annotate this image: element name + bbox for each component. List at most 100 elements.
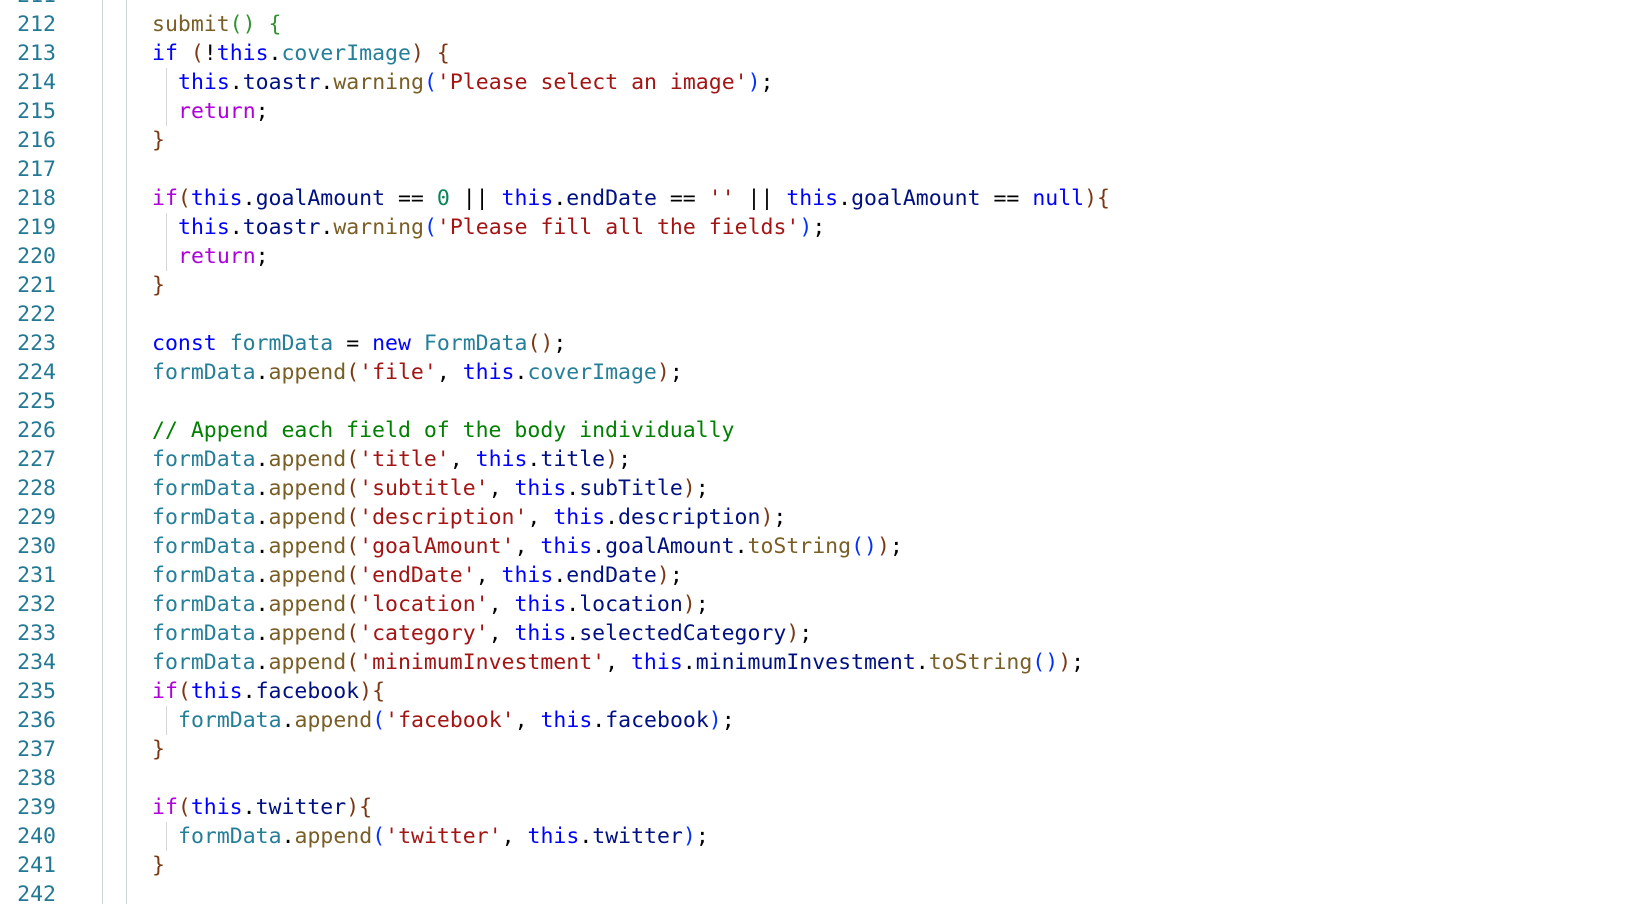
line-number: 225 (17, 389, 56, 414)
code-line[interactable]: 228 formData.append('subtitle', this.subT… (0, 474, 1650, 503)
code-token: ) (1058, 650, 1072, 675)
code-token: == (385, 186, 437, 211)
code-line[interactable]: 225 (0, 387, 1650, 416)
code-line[interactable]: 212 submit() { (0, 10, 1650, 39)
code-line[interactable]: 241} (0, 851, 1650, 880)
code-token: () (527, 331, 554, 356)
code-line[interactable]: 223 const formData = new FormData(); (0, 329, 1650, 358)
code-token: this (514, 476, 567, 501)
code-token: this (216, 41, 269, 66)
code-line[interactable]: 235 if(this.facebook){ (0, 677, 1650, 706)
code-line[interactable]: 219 this.toastr.warning('Please fill all … (0, 213, 1650, 242)
code-token: 'subtitle' (359, 476, 489, 501)
line-code: } (152, 126, 165, 155)
code-line[interactable]: 237} (0, 735, 1650, 764)
code-token: ; (669, 563, 683, 588)
code-token: ; (695, 824, 709, 849)
code-line[interactable]: 222 (0, 300, 1650, 329)
code-token: this (786, 186, 839, 211)
code-token: ( (346, 563, 360, 588)
line-code: formData.append('twitter', this.twitter)… (178, 822, 709, 851)
code-token: . (553, 563, 567, 588)
code-line[interactable]: 229 formData.append('description', this.d… (0, 503, 1650, 532)
line-code: formData.append('endDate', this.endDate)… (152, 561, 683, 590)
code-editor[interactable]: 211212submit() {213if (!this.coverImage)… (0, 0, 1650, 904)
code-token: toastr (242, 70, 321, 95)
code-token: ) (760, 505, 774, 530)
code-line[interactable]: 232 formData.append('location', this.loca… (0, 590, 1650, 619)
code-line[interactable]: 238 (0, 764, 1650, 793)
code-token: facebook (255, 679, 360, 704)
line-code: const formData = new FormData(); (152, 329, 566, 358)
code-line[interactable]: 236 formData.append('facebook', this.face… (0, 706, 1650, 735)
code-line[interactable]: 215 return; (0, 97, 1650, 126)
code-line[interactable]: 217 (0, 155, 1650, 184)
code-token: this (501, 563, 554, 588)
line-number: 232 (17, 592, 56, 617)
code-line[interactable]: 221} (0, 271, 1650, 300)
code-token: ) (1084, 186, 1098, 211)
line-number: 221 (17, 273, 56, 298)
code-line[interactable]: 224 formData.append('file', this.coverIma… (0, 358, 1650, 387)
code-token: this (190, 186, 243, 211)
line-code: return; (178, 97, 269, 126)
code-line[interactable]: 242 (0, 880, 1650, 904)
line-number: 240 (17, 824, 56, 849)
line-number: 236 (17, 708, 56, 733)
code-token: ( (346, 447, 360, 472)
code-line[interactable]: 220 return; (0, 242, 1650, 271)
code-line[interactable]: 227 formData.append('title', this.title); (0, 445, 1650, 474)
line-code: formData.append('file', this.coverImage)… (152, 358, 683, 387)
code-token: '' (708, 186, 735, 211)
code-token: twitter (255, 795, 347, 820)
code-token: , (488, 621, 515, 646)
code-line[interactable]: 231 formData.append('endDate', this.endDa… (0, 561, 1650, 590)
code-line[interactable]: 230 formData.append('goalAmount', this.go… (0, 532, 1650, 561)
code-token: toString (747, 534, 852, 559)
code-line[interactable]: 218 if(this.goalAmount == 0 || this.endDa… (0, 184, 1650, 213)
code-token: toastr (242, 215, 321, 240)
code-line[interactable]: 214 this.toastr.warning('Please select an… (0, 68, 1650, 97)
line-number: 217 (17, 157, 56, 182)
line-number: 230 (17, 534, 56, 559)
line-number: 233 (17, 621, 56, 646)
code-line[interactable]: 211 (0, 0, 1650, 10)
line-number: 219 (17, 215, 56, 240)
code-token: goalAmount (255, 186, 386, 211)
code-token: . (527, 447, 541, 472)
line-number: 226 (17, 418, 56, 443)
code-token: ; (669, 360, 683, 385)
code-token: ( (423, 215, 437, 240)
line-number: 238 (17, 766, 56, 791)
code-token: title (540, 447, 606, 472)
code-token: 'Please select an image' (436, 70, 748, 95)
code-token: . (915, 650, 929, 675)
code-token: this (190, 795, 243, 820)
line-number: 211 (0, 0, 56, 10)
code-token: submit (152, 12, 230, 37)
code-line[interactable]: 213 if (!this.coverImage) { (0, 39, 1650, 68)
code-token: } (152, 273, 165, 298)
code-line[interactable]: 240 formData.append('twitter', this.twitt… (0, 822, 1650, 851)
code-token: , (488, 476, 515, 501)
code-token: formData (152, 447, 256, 472)
code-line[interactable]: 234 formData.append('minimumInvestment', … (0, 648, 1650, 677)
code-line[interactable]: 226 // Append each field of the body indi… (0, 416, 1650, 445)
code-token: ) (708, 708, 722, 733)
code-token: 'Please fill all the fields' (436, 215, 800, 240)
code-line[interactable]: 233 formData.append('category', this.sele… (0, 619, 1650, 648)
code-token: || (734, 186, 787, 211)
code-token: , (605, 650, 631, 675)
code-token: } (152, 128, 165, 153)
code-token: twitter (592, 824, 683, 849)
code-line[interactable]: 216} (0, 126, 1650, 155)
code-line[interactable]: 239 if(this.twitter){ (0, 793, 1650, 822)
code-token: formData (152, 505, 256, 530)
code-token: ) (786, 621, 800, 646)
code-token: ) (605, 447, 619, 472)
code-token: append (268, 563, 347, 588)
code-token: } (152, 853, 165, 878)
code-token: . (592, 708, 606, 733)
